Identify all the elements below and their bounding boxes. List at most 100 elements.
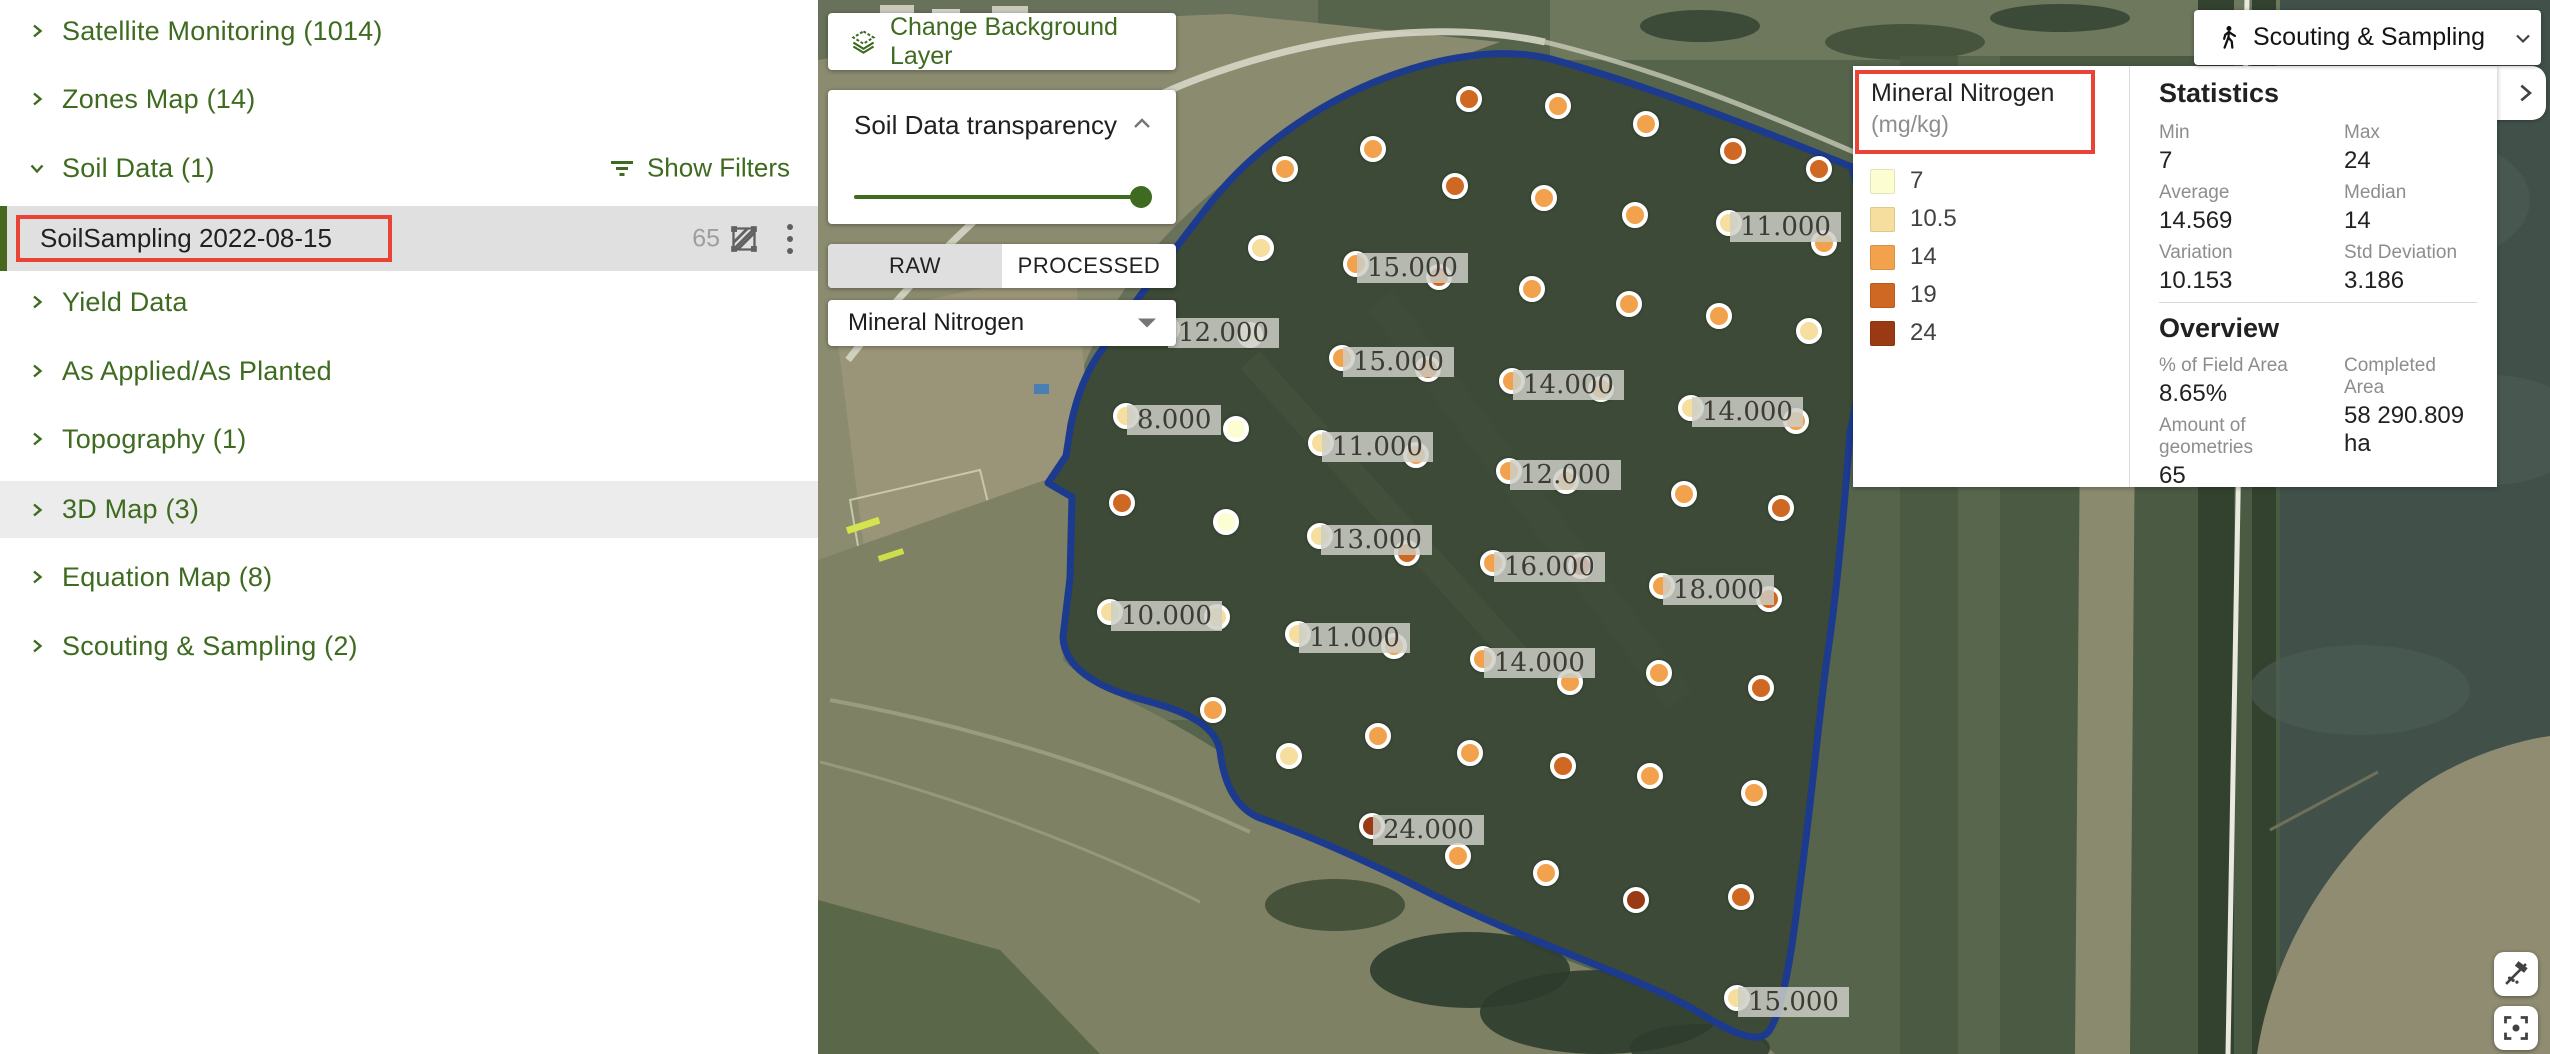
sample-value-label: 15.000: [1357, 253, 1468, 283]
soil-sampling-label: SoilSampling 2022-08-15: [40, 223, 332, 254]
stat-completed-area: Completed Area58 290.809 ha: [2344, 355, 2477, 415]
sample-value-label: 14.000: [1484, 648, 1595, 678]
slider-track: [854, 195, 1150, 199]
sample-value-label: 10.000: [1111, 601, 1222, 631]
sidebar-item-topography[interactable]: Topography (1): [0, 416, 818, 462]
legend-item: 10.5: [1870, 200, 1957, 238]
geometry-count: 65: [692, 224, 720, 253]
row-menu-kebab-icon[interactable]: [786, 224, 794, 254]
show-filters-label: Show Filters: [647, 153, 790, 184]
sidebar-item-satellite-monitoring[interactable]: Satellite Monitoring (1014): [0, 8, 818, 54]
chevron-right-icon: [28, 430, 46, 448]
measure-off-icon: [2502, 960, 2530, 988]
raw-tab[interactable]: RAW: [828, 244, 1002, 288]
sample-value-label: 14.000: [1692, 397, 1803, 427]
stat-min: Min7: [2159, 122, 2344, 182]
legend-item: 7: [1870, 162, 1957, 200]
sample-value-label: 11.000: [1730, 212, 1841, 242]
chevron-right-icon: [28, 568, 46, 586]
processed-tab[interactable]: PROCESSED: [1002, 244, 1176, 288]
stat-field-area-pct: % of Field Area8.65%: [2159, 355, 2344, 415]
legend-items: 7 10.5 14 19 24: [1870, 162, 1957, 352]
sidebar-item-zones-map[interactable]: Zones Map (14): [0, 76, 818, 122]
filter-icon: [609, 157, 635, 179]
sample-value-label: 13.000: [1321, 525, 1432, 555]
scouting-sampling-mode-button[interactable]: Scouting & Sampling: [2194, 10, 2541, 65]
sample-value-label: 15.000: [1738, 987, 1849, 1017]
show-filters-button[interactable]: Show Filters: [609, 153, 790, 184]
sample-value-label: 18.000: [1663, 575, 1774, 605]
sidebar-item-label: As Applied/As Planted: [62, 356, 332, 387]
chevron-down-icon: [28, 159, 46, 177]
stat-geometry-amount: Amount of geometries65: [2159, 415, 2344, 475]
legend-value: 24: [1910, 319, 1937, 347]
legend-item: 19: [1870, 276, 1957, 314]
change-background-layer-button[interactable]: Change Background Layer: [828, 13, 1176, 70]
legend-value: 14: [1910, 243, 1937, 271]
collapse-chevron-icon[interactable]: [1130, 112, 1154, 136]
sidebar-item-3d-map[interactable]: 3D Map (3): [0, 481, 818, 538]
legend-title: Mineral Nitrogen: [1871, 79, 2091, 108]
sample-value-label: 12.000: [1510, 460, 1621, 490]
sidebar-item-equation-map[interactable]: Equation Map (8): [0, 554, 818, 600]
sample-value-label: 11.000: [1322, 432, 1433, 462]
sidebar-item-label: Equation Map (8): [62, 562, 272, 593]
map-canvas[interactable]: 11.00015.00012.00015.00014.00014.0008.00…: [818, 0, 2550, 1054]
chevron-right-icon: [28, 501, 46, 519]
legend-value: 10.5: [1910, 205, 1957, 233]
chevron-right-icon: [28, 22, 46, 40]
mode-button-label: Scouting & Sampling: [2253, 23, 2485, 52]
stat-median: Median14: [2344, 182, 2477, 242]
chevron-down-icon: [2511, 26, 2535, 50]
stat-variation: Variation10.153: [2159, 242, 2344, 302]
app-window: Satellite Monitoring (1014) Zones Map (1…: [0, 0, 2550, 1054]
sidebar-item-label: Topography (1): [62, 424, 246, 455]
stat-std-deviation: Std Deviation3.186: [2344, 242, 2477, 302]
chevron-right-icon: [2514, 80, 2536, 106]
sample-value-label: 16.000: [1494, 552, 1605, 582]
stat-max: Max24: [2344, 122, 2477, 182]
legend-item: 14: [1870, 238, 1957, 276]
stats-divider: [2159, 302, 2477, 303]
legend-unit: (mg/kg): [1871, 111, 2091, 138]
legend-swatch: [1870, 169, 1895, 194]
raw-processed-toggle: RAW PROCESSED: [828, 244, 1176, 288]
statistics-section: Statistics Min7 Max24 Average14.569 Medi…: [2145, 66, 2497, 487]
legend-swatch: [1870, 283, 1895, 308]
legend-statistics-panel: Mineral Nitrogen (mg/kg) 7 10.5 14 19 24…: [1853, 66, 2497, 487]
transparency-slider[interactable]: [854, 186, 1150, 208]
center-field-button[interactable]: [2494, 1006, 2538, 1050]
overview-title: Overview: [2159, 313, 2477, 345]
sidebar-item-yield-data[interactable]: Yield Data: [0, 279, 818, 325]
soil-sampling-row[interactable]: SoilSampling 2022-08-15 65: [0, 206, 818, 271]
slider-handle[interactable]: [1130, 186, 1152, 208]
legend-value: 19: [1910, 281, 1937, 309]
sample-value-label: 11.000: [1299, 623, 1410, 653]
chevron-right-icon: [28, 362, 46, 380]
transparency-title: Soil Data transparency: [854, 110, 1117, 141]
stat-average: Average14.569: [2159, 182, 2344, 242]
sample-value-label: 24.000: [1373, 815, 1484, 845]
sidebar-item-soil-data[interactable]: Soil Data (1) Show Filters: [0, 145, 818, 191]
sidebar-item-label: Yield Data: [62, 287, 188, 318]
dropdown-caret-icon: [1138, 319, 1156, 328]
sidebar-item-label: 3D Map (3): [62, 494, 199, 525]
legend-title-highlight-box: Mineral Nitrogen (mg/kg): [1855, 70, 2095, 154]
sample-value-label: 15.000: [1343, 347, 1454, 377]
sidebar-item-label: Satellite Monitoring (1014): [62, 16, 383, 47]
sidebar-item-scouting-sampling[interactable]: Scouting & Sampling (2): [0, 623, 818, 669]
center-focus-icon: [2502, 1014, 2530, 1042]
hatch-layer-icon[interactable]: [730, 225, 758, 253]
sidebar-item-label: Zones Map (14): [62, 84, 255, 115]
transparency-panel: Soil Data transparency: [828, 90, 1176, 224]
chevron-right-icon: [28, 293, 46, 311]
hide-measurements-button[interactable]: [2494, 952, 2538, 996]
legend-item: 24: [1870, 314, 1957, 352]
layer-attribute-dropdown[interactable]: Mineral Nitrogen: [828, 300, 1176, 346]
sidebar-item-as-applied[interactable]: As Applied/As Planted: [0, 348, 818, 394]
chevron-right-icon: [28, 637, 46, 655]
sample-value-label: 12.000: [1168, 318, 1279, 348]
layer-attribute-value: Mineral Nitrogen: [848, 309, 1024, 337]
layers-icon: [850, 28, 877, 56]
change-background-label: Change Background Layer: [890, 13, 1176, 71]
